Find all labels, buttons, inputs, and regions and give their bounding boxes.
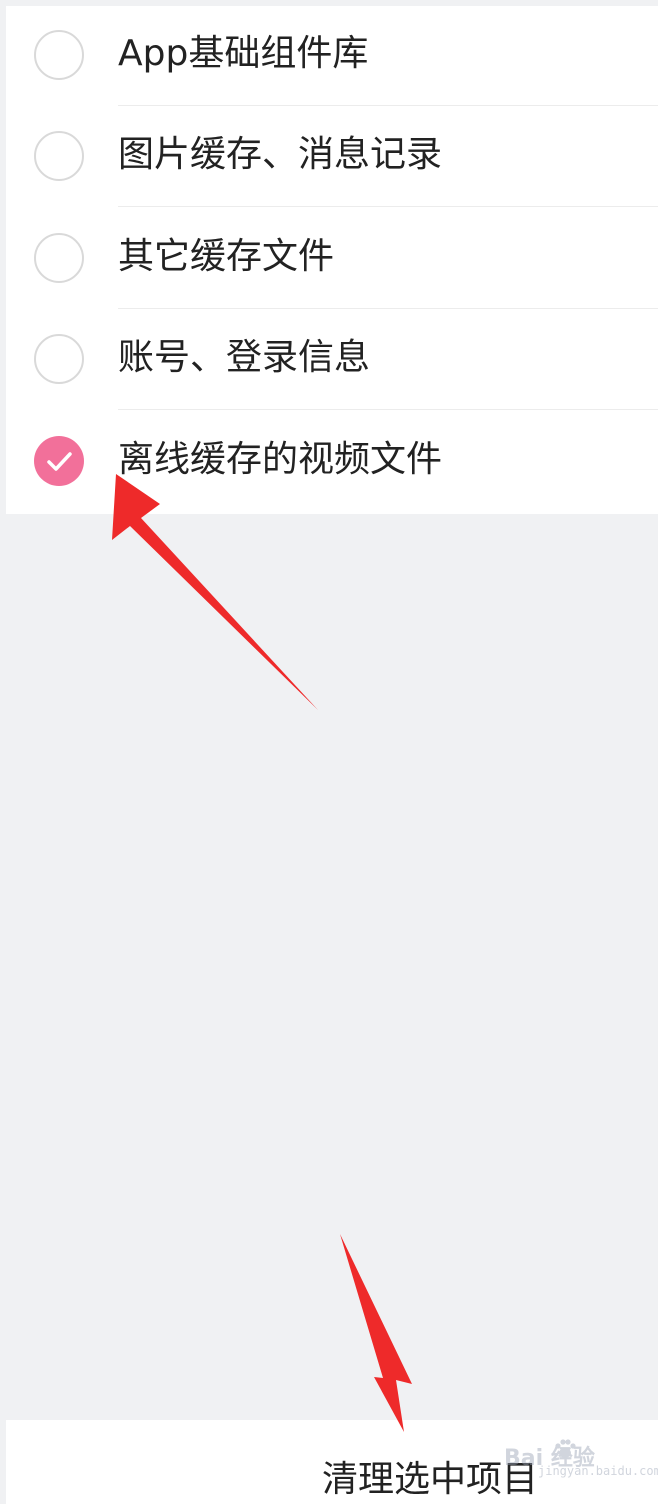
option-offline-video-files[interactable]: 离线缓存的视频文件 [6,412,658,512]
option-label: 账号、登录信息 [118,337,371,378]
radio-unchecked-icon[interactable] [34,233,84,283]
divider [118,408,658,410]
divider [118,104,658,106]
radio-unchecked-icon[interactable] [34,30,84,80]
option-app-base-components[interactable]: App基础组件库 [6,6,658,106]
paw-icon [555,1439,576,1458]
cache-options-list: App基础组件库 图片缓存、消息记录 其它缓存文件 账号、登录信息 离线缓存的视… [6,6,658,514]
option-other-cache-files[interactable]: 其它缓存文件 [6,209,658,309]
radio-unchecked-icon[interactable] [34,131,84,181]
arrow-down-to-clear-button-icon [340,1234,412,1432]
divider [118,205,658,207]
watermark-site: jingyan.baidu.com [538,1464,658,1478]
option-label: 离线缓存的视频文件 [118,439,443,480]
option-account-login-info[interactable]: 账号、登录信息 [6,310,658,410]
option-label: 其它缓存文件 [118,236,335,277]
baidu-jingyan-watermark: Bai 经验 jingyan.baidu.com [498,1434,658,1478]
checkmark-icon [47,452,72,471]
radio-checked-icon[interactable] [34,436,84,486]
option-label: App基础组件库 [118,33,369,74]
divider [118,307,658,309]
option-label: 图片缓存、消息记录 [118,134,443,175]
option-image-cache-messages[interactable]: 图片缓存、消息记录 [6,107,658,207]
radio-unchecked-icon[interactable] [34,334,84,384]
